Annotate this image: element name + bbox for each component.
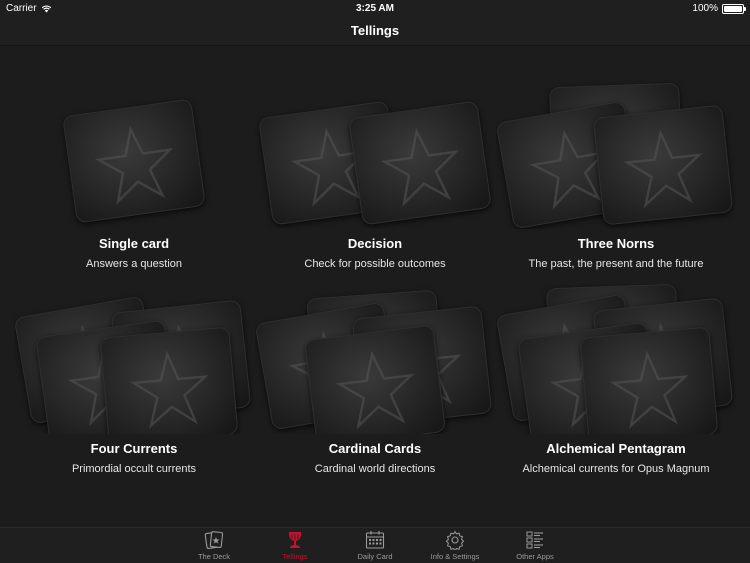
card-back-icon (592, 104, 734, 226)
telling-subtitle: Check for possible outcomes (304, 258, 446, 270)
card-back-icon (348, 100, 492, 226)
telling-title: Four Currents (90, 441, 178, 456)
card-back-icon (99, 326, 239, 434)
battery-icon (722, 3, 746, 14)
tellings-grid: Single card Answers a question Decision … (0, 47, 750, 527)
telling-title: Decision (347, 236, 403, 251)
chalice-icon (289, 532, 301, 548)
calendar-icon (365, 531, 385, 549)
spread-art (255, 284, 495, 434)
tab-label: Tellings (282, 552, 308, 561)
spread-art (14, 284, 254, 434)
telling-alchemical-pentagram[interactable]: Alchemical Pentagram Alchemical currents… (496, 284, 736, 484)
tab-label: Other Apps (516, 552, 554, 561)
tab-label: Daily Card (357, 552, 393, 561)
tab-tellings[interactable]: Tellings (255, 530, 335, 563)
telling-cardinal-cards[interactable]: Cardinal Cards Cardinal world directions (255, 284, 495, 484)
telling-subtitle: The past, the present and the future (528, 258, 704, 270)
card-deck-icon (204, 531, 224, 549)
tab-label: Info & Settings (430, 552, 480, 561)
telling-subtitle: Primordial occult currents (71, 463, 197, 475)
telling-title: Single card (98, 236, 170, 251)
spread-art (255, 79, 495, 229)
tab-bar: The Deck Tellings Daily Card Info & Sett… (0, 527, 750, 563)
telling-title: Three Norns (577, 236, 655, 251)
card-back-icon (62, 98, 206, 224)
tab-other-apps[interactable]: Other Apps (495, 530, 575, 563)
telling-subtitle: Alchemical currents for Opus Magnum (522, 463, 710, 475)
spread-art (496, 284, 736, 434)
list-icon (526, 531, 543, 549)
telling-single-card[interactable]: Single card Answers a question (14, 79, 254, 279)
page-title: Tellings (350, 23, 400, 38)
telling-subtitle: Cardinal world directions (314, 463, 436, 475)
telling-title: Alchemical Pentagram (546, 441, 686, 456)
spread-art (496, 79, 736, 229)
tab-info-settings[interactable]: Info & Settings (415, 530, 495, 563)
status-bar: Carrier 3:25 AM 100% (0, 0, 750, 18)
card-back-icon (303, 324, 447, 434)
battery-percent: 100% (692, 3, 718, 14)
card-back-icon (579, 326, 719, 434)
tab-daily-card[interactable]: Daily Card (335, 530, 415, 563)
spread-art (14, 79, 254, 229)
telling-decision[interactable]: Decision Check for possible outcomes (255, 79, 495, 279)
nav-bar: Tellings (0, 18, 750, 46)
telling-title: Cardinal Cards (328, 441, 422, 456)
tab-label: The Deck (197, 552, 231, 561)
telling-three-norns[interactable]: Three Norns The past, the present and th… (496, 79, 736, 279)
status-right: 100% (692, 3, 746, 14)
telling-four-currents[interactable]: Four Currents Primordial occult currents (14, 284, 254, 484)
gear-icon (445, 530, 465, 550)
status-time: 3:25 AM (356, 3, 394, 14)
tab-the-deck[interactable]: The Deck (174, 530, 254, 563)
telling-subtitle: Answers a question (86, 258, 182, 270)
